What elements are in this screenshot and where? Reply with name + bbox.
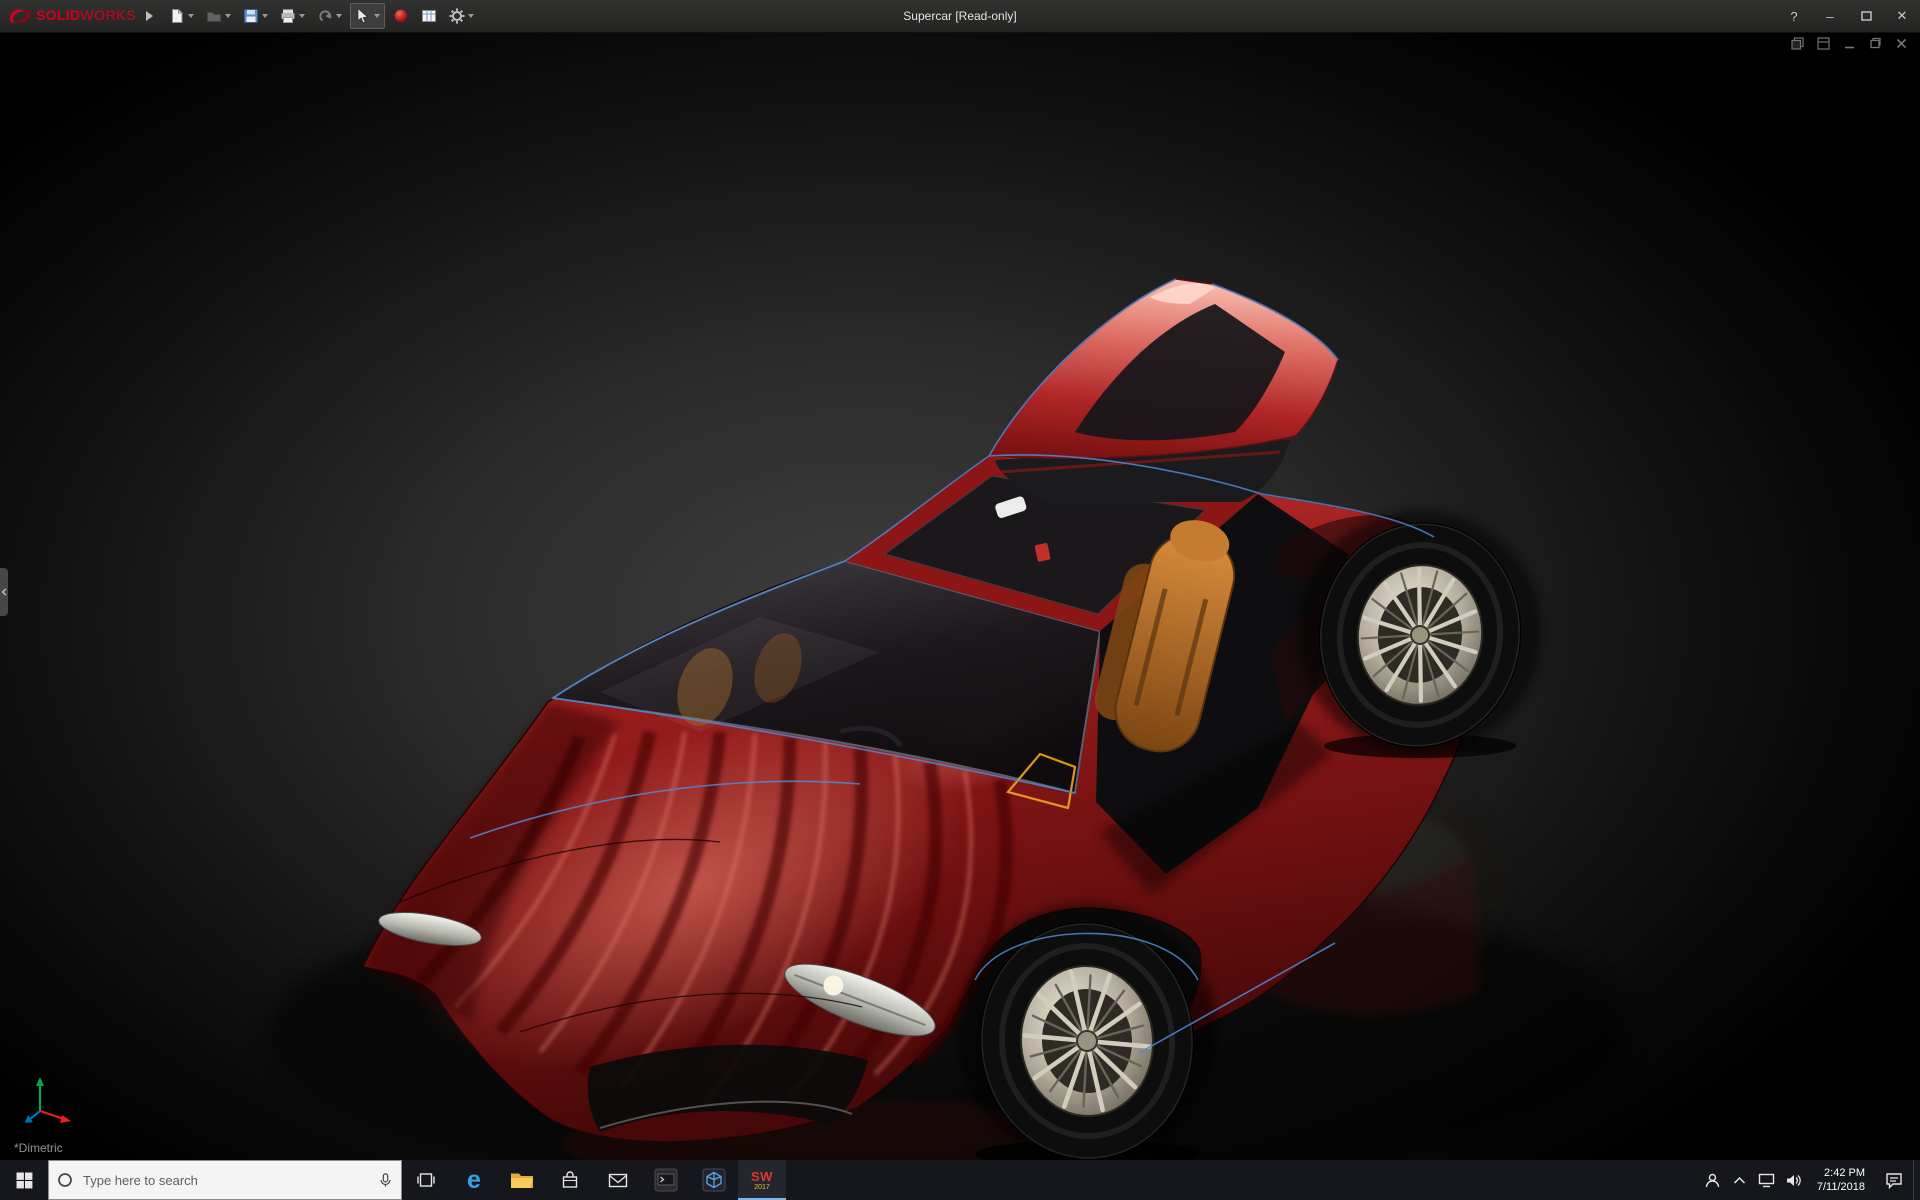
open-folder-icon — [206, 8, 222, 24]
action-center-icon — [1885, 1172, 1903, 1189]
design-table-icon — [421, 8, 437, 24]
save-button[interactable] — [239, 4, 272, 28]
solidworks-window: SOLIDWORKS — [0, 0, 1920, 1200]
brand-solid: SOLID — [36, 7, 80, 23]
taskbar-clock[interactable]: 2:42 PM 7/11/2018 — [1807, 1160, 1875, 1200]
options-gear-icon — [449, 8, 465, 24]
featuremanager-collapse-tab[interactable] — [0, 568, 8, 616]
new-document-icon — [169, 8, 185, 24]
window-controls: ? – ✕ — [1776, 0, 1920, 32]
dark-window-app-icon — [654, 1168, 678, 1192]
collapse-chevron-icon — [1, 588, 7, 596]
view-orientation-label: *Dimetric — [14, 1141, 63, 1155]
menu-flyout-arrow-icon[interactable] — [146, 11, 153, 21]
dropdown-caret-icon — [188, 14, 194, 18]
doc-cascade-icon[interactable] — [1791, 37, 1804, 50]
task-view-icon — [416, 1171, 436, 1189]
appearance-sphere-icon — [393, 8, 409, 24]
solidworks-app-icon: SW 2017 — [751, 1170, 773, 1191]
network-button[interactable] — [1753, 1160, 1780, 1200]
design-table-button[interactable] — [417, 4, 441, 28]
people-button[interactable] — [1699, 1160, 1726, 1200]
maximize-icon — [1861, 11, 1872, 21]
windows-taskbar: e — [0, 1160, 1920, 1200]
minimize-button[interactable]: – — [1812, 0, 1848, 32]
taskbar-app-cube[interactable] — [690, 1160, 738, 1200]
chevron-up-icon — [1733, 1176, 1746, 1185]
dropdown-caret-icon — [374, 14, 380, 18]
open-door — [989, 279, 1338, 502]
undo-button[interactable] — [313, 4, 346, 28]
doc-minimize-icon[interactable] — [1843, 37, 1856, 50]
file-explorer-icon — [510, 1170, 534, 1190]
start-button[interactable] — [0, 1160, 48, 1200]
hidden-icons-button[interactable] — [1726, 1160, 1753, 1200]
print-icon — [280, 8, 296, 24]
graphics-viewport[interactable]: *Dimetric — [0, 32, 1920, 1160]
maximize-button[interactable] — [1848, 0, 1884, 32]
taskbar-app-dark-window[interactable] — [642, 1160, 690, 1200]
cube-app-icon — [702, 1168, 726, 1192]
open-button[interactable] — [202, 4, 235, 28]
new-document-button[interactable] — [165, 4, 198, 28]
help-button[interactable]: ? — [1776, 0, 1812, 32]
select-tool-button[interactable] — [350, 3, 385, 29]
task-view-button[interactable] — [402, 1160, 450, 1200]
taskbar-app-edge[interactable]: e — [450, 1160, 498, 1200]
dropdown-caret-icon — [262, 14, 268, 18]
taskbar-app-solidworks[interactable]: SW 2017 — [738, 1160, 786, 1200]
dropdown-caret-icon — [468, 14, 474, 18]
document-title: Supercar [Read-only] — [903, 0, 1016, 32]
dropdown-caret-icon — [225, 14, 231, 18]
doc-restore-icon[interactable] — [1869, 37, 1882, 50]
microphone-icon[interactable] — [378, 1172, 393, 1189]
doc-tile-icon[interactable] — [1817, 37, 1830, 50]
title-bar: SOLIDWORKS — [0, 0, 1920, 33]
close-button[interactable]: ✕ — [1884, 0, 1920, 32]
supercar-render — [0, 32, 1920, 1160]
search-input[interactable] — [81, 1172, 370, 1189]
print-button[interactable] — [276, 4, 309, 28]
taskbar-search[interactable] — [48, 1160, 402, 1200]
taskbar-app-file-explorer[interactable] — [498, 1160, 546, 1200]
undo-arrow-icon — [317, 8, 333, 24]
options-button[interactable] — [445, 4, 478, 28]
edge-icon: e — [467, 1168, 481, 1193]
solidworks-logo[interactable]: SOLIDWORKS — [0, 7, 142, 25]
brand-works: WORKS — [80, 7, 136, 23]
taskbar-app-store[interactable] — [546, 1160, 594, 1200]
document-window-controls — [1791, 37, 1908, 50]
action-center-button[interactable] — [1875, 1160, 1913, 1200]
store-bag-icon — [560, 1170, 580, 1190]
people-icon — [1704, 1172, 1721, 1189]
system-tray: 2:42 PM 7/11/2018 — [1699, 1160, 1920, 1200]
clock-date: 7/11/2018 — [1817, 1180, 1865, 1194]
save-floppy-icon — [243, 8, 259, 24]
dropdown-caret-icon — [336, 14, 342, 18]
appearance-button[interactable] — [389, 4, 413, 28]
reference-triad[interactable] — [22, 1071, 78, 1132]
windows-logo-icon — [16, 1172, 33, 1189]
taskbar-app-mail[interactable] — [594, 1160, 642, 1200]
ds-logo-icon — [8, 7, 32, 25]
select-cursor-icon — [355, 8, 371, 24]
dropdown-caret-icon — [299, 14, 305, 18]
cortana-circle-icon — [57, 1172, 73, 1188]
clock-time: 2:42 PM — [1824, 1166, 1865, 1180]
show-desktop-button[interactable] — [1913, 1160, 1920, 1200]
volume-icon — [1785, 1173, 1802, 1188]
network-display-icon — [1758, 1173, 1775, 1188]
doc-close-icon[interactable] — [1895, 37, 1908, 50]
volume-button[interactable] — [1780, 1160, 1807, 1200]
mail-envelope-icon — [608, 1172, 628, 1189]
